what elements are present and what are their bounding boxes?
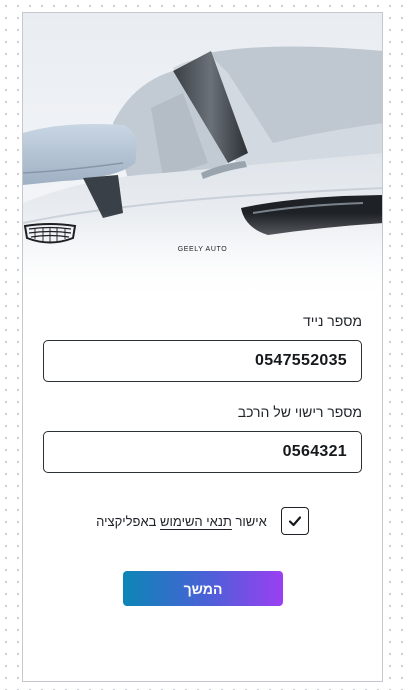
phone-value: 0547552035 — [255, 352, 347, 369]
terms-suffix: באפליקציה — [96, 513, 161, 529]
terms-consent-row: אישור תנאי השימוש באפליקציה — [23, 507, 382, 535]
checkmark-icon — [288, 516, 301, 527]
plate-value: 0564321 — [282, 443, 347, 460]
car-photo — [23, 13, 382, 303]
brand-logo: GEELY AUTO — [23, 223, 382, 253]
terms-checkbox[interactable] — [280, 507, 309, 535]
continue-button[interactable]: המשך — [123, 571, 283, 606]
terms-prefix: אישור — [231, 513, 267, 529]
brand-text: GEELY AUTO — [177, 246, 228, 253]
terms-text: אישור תנאי השימוש באפליקציה — [96, 514, 267, 529]
phone-label: מספר נייד — [302, 313, 362, 329]
app-screen: GEELY AUTO מספר נייד 0547552035 מספר ריש… — [22, 12, 383, 682]
geely-shield-logo-icon — [23, 223, 77, 244]
login-form: מספר נייד 0547552035 מספר רישוי של הרכב … — [43, 311, 362, 473]
phone-input[interactable]: 0547552035 — [43, 340, 362, 382]
hero-car-image: GEELY AUTO — [23, 13, 382, 303]
plate-input[interactable]: 0564321 — [43, 431, 362, 473]
terms-of-use-link[interactable]: תנאי השימוש — [160, 514, 232, 529]
plate-label: מספר רישוי של הרכב — [237, 404, 362, 420]
